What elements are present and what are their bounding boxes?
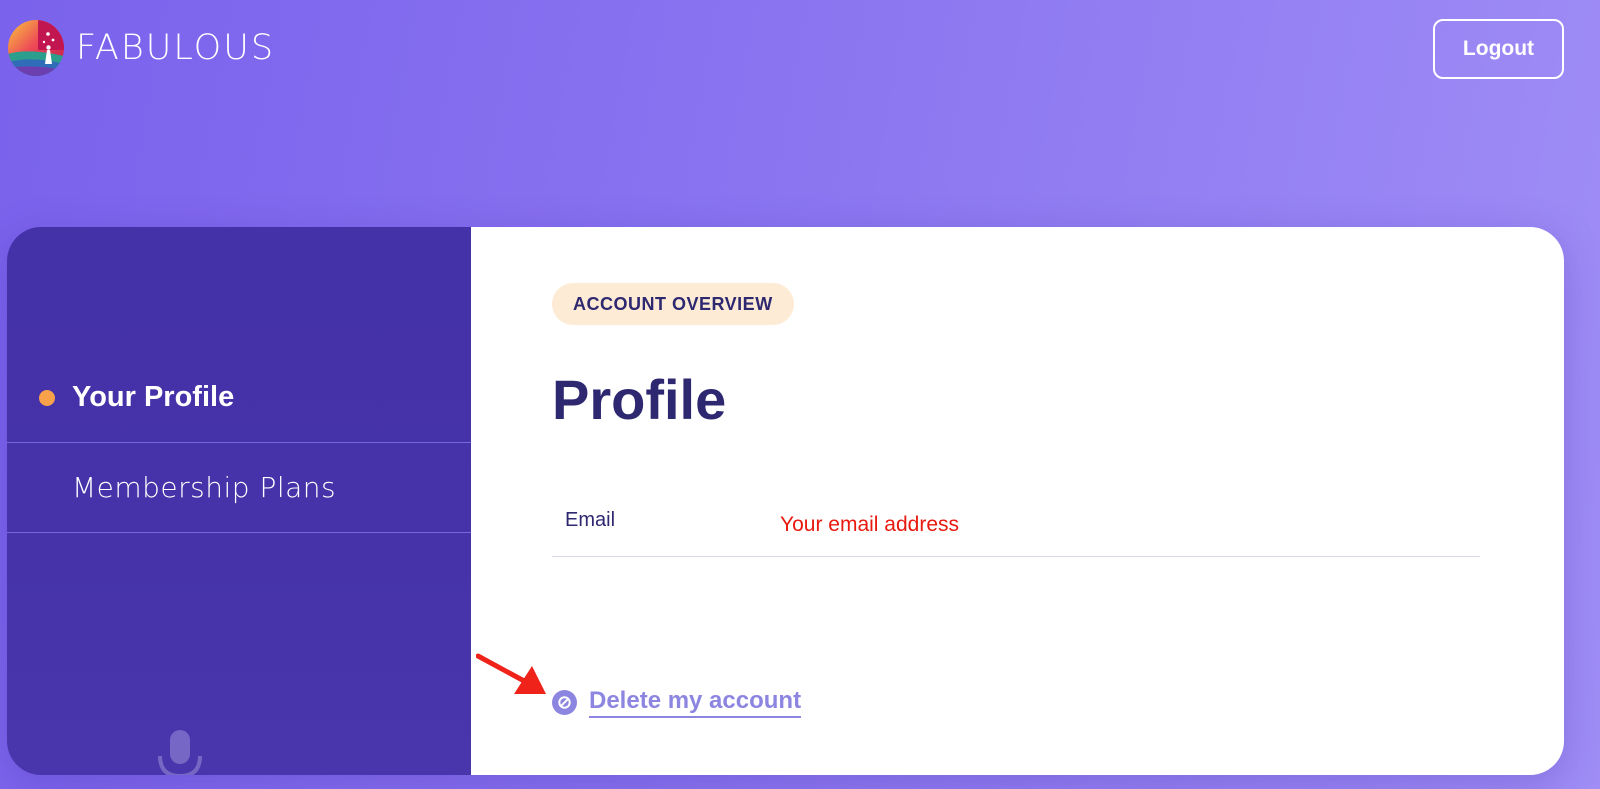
active-indicator-dot (39, 389, 55, 406)
page-title: Profile (552, 368, 727, 431)
annotation-arrow-icon (476, 653, 546, 694)
sidebar-item-membership-plans[interactable]: Membership Plans (7, 443, 471, 533)
email-value: Your email address (780, 513, 959, 536)
sidebar-item-your-profile[interactable]: Your Profile (7, 353, 471, 443)
delete-account-label: Delete my account (589, 687, 802, 718)
prohibited-icon (552, 690, 577, 715)
delete-account-link[interactable]: Delete my account (552, 687, 802, 718)
sidebar-nav: Your Profile Membership Plans (7, 353, 471, 533)
brand-name: FABULOUS (76, 28, 276, 68)
sidebar-item-label: Membership Plans (72, 471, 337, 504)
brand-logo[interactable]: FABULOUS (8, 20, 275, 76)
sidebar: Your Profile Membership Plans (7, 227, 471, 775)
email-label: Email (565, 509, 616, 531)
account-card: Your Profile Membership Plans ACCOUNT OV… (7, 227, 1564, 775)
microphone-decoration-icon (158, 730, 202, 775)
sidebar-item-label: Your Profile (72, 381, 235, 413)
logout-button[interactable]: Logout (1433, 19, 1564, 79)
fabulous-logo-icon (8, 20, 64, 76)
section-badge: ACCOUNT OVERVIEW (552, 283, 794, 325)
email-row: Email Your email address (552, 505, 1480, 557)
main-content: ACCOUNT OVERVIEW Profile Email Your emai… (471, 227, 1564, 775)
